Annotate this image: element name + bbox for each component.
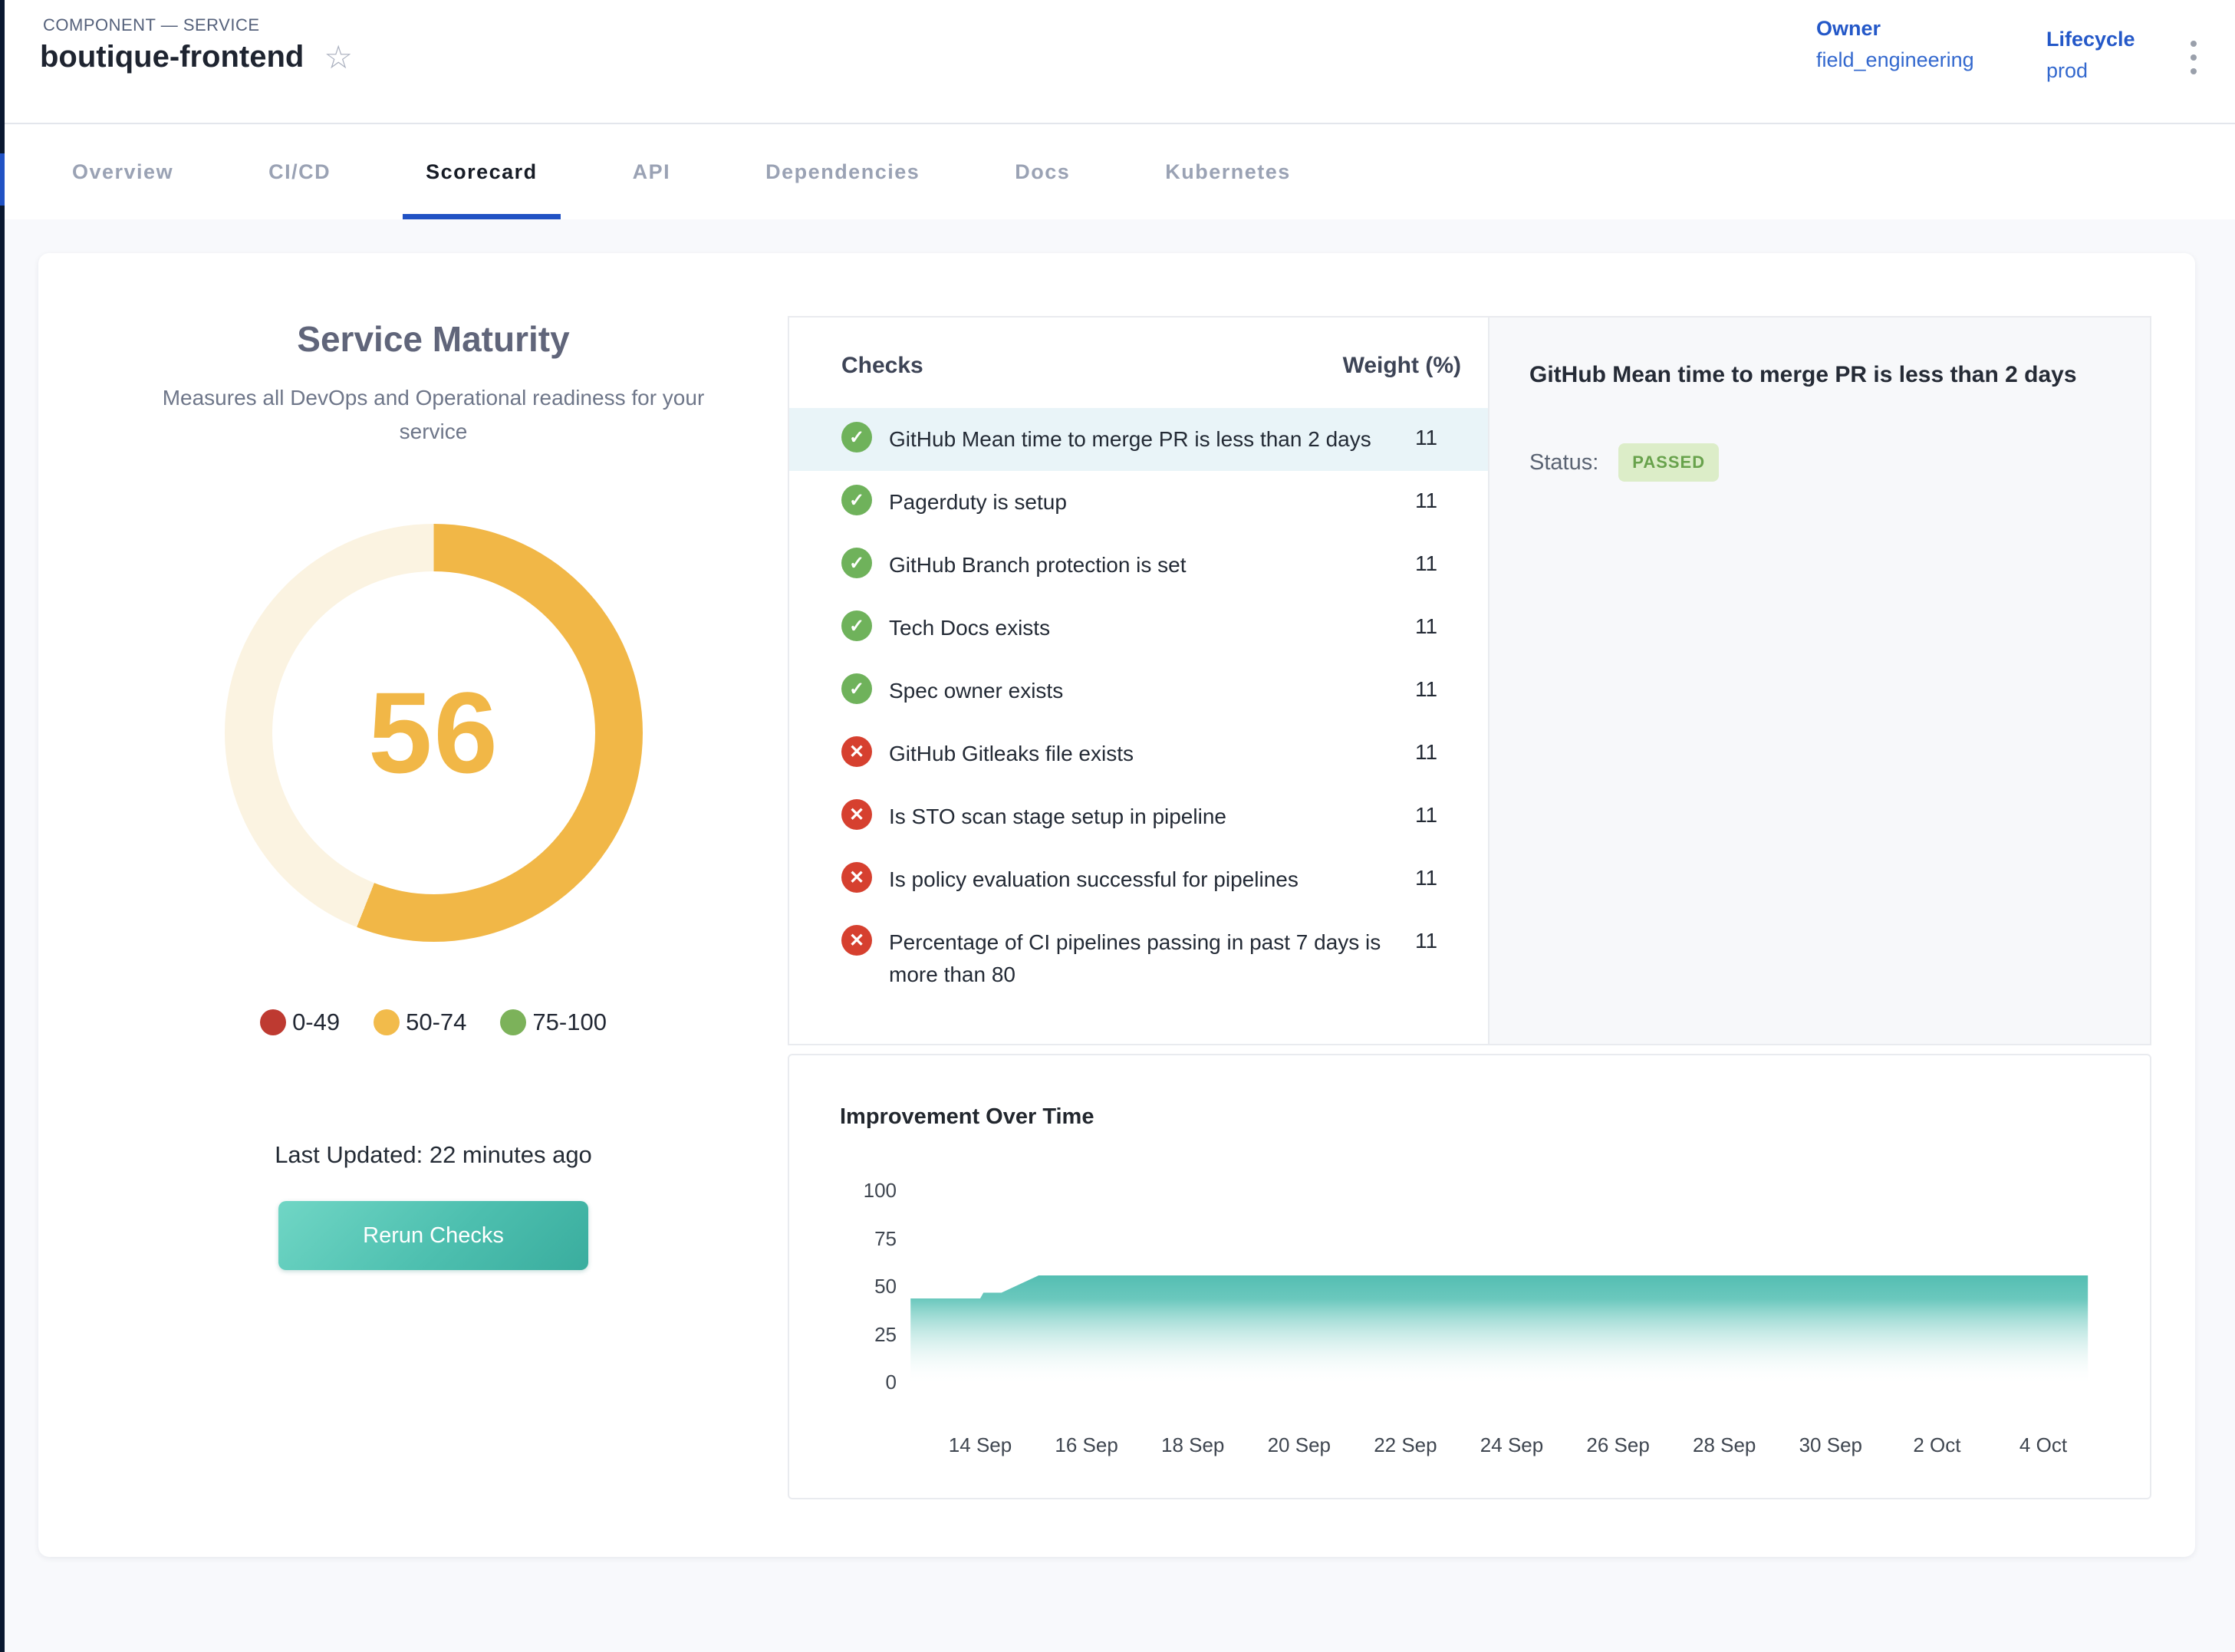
app-root: COMPONENT — SERVICE boutique-frontend ☆ …: [0, 0, 2235, 1652]
rerun-checks-button[interactable]: Rerun Checks: [278, 1201, 588, 1270]
maturity-summary: Service Maturity Measures all DevOps and…: [38, 253, 828, 449]
check-pass-icon: ✓: [841, 610, 872, 641]
tab-ci-cd[interactable]: CI/CD: [245, 124, 354, 219]
sidebar-active-indicator: [0, 153, 5, 206]
check-fail-icon: ✕: [841, 799, 872, 830]
improvement-area-chart: [910, 1191, 2153, 1383]
donut-center: 56: [272, 571, 595, 894]
legend-dot-icon: [374, 1009, 400, 1035]
x-axis-tick: 26 Sep: [1568, 1433, 1668, 1457]
x-axis-tick: 2 Oct: [1887, 1433, 1986, 1457]
lifecycle-block: Lifecycle prod: [2046, 28, 2135, 83]
area-series: [910, 1275, 2088, 1383]
check-row[interactable]: ✕ Is STO scan stage setup in pipeline 11: [789, 785, 1488, 848]
score-donut-chart: 56: [225, 524, 643, 942]
tab-dependencies[interactable]: Dependencies: [742, 124, 943, 219]
score-value: 56: [368, 666, 499, 799]
x-axis-tick: 18 Sep: [1143, 1433, 1243, 1457]
x-axis-tick: 20 Sep: [1249, 1433, 1349, 1457]
check-row[interactable]: ✓ GitHub Mean time to merge PR is less t…: [789, 408, 1488, 471]
check-pass-icon: ✓: [841, 548, 872, 578]
check-pass-icon: ✓: [841, 422, 872, 452]
owner-block: Owner field_engineering: [1816, 17, 1974, 72]
legend-dot-icon: [500, 1009, 526, 1035]
check-row[interactable]: ✕ Percentage of CI pipelines passing in …: [789, 911, 1488, 1006]
legend-item: 50-74: [374, 1009, 466, 1036]
kebab-menu-icon[interactable]: [2191, 37, 2197, 78]
check-row[interactable]: ✓ GitHub Branch protection is set 11: [789, 534, 1488, 597]
check-fail-icon: ✕: [841, 736, 872, 767]
y-axis-tick: 100: [812, 1179, 897, 1203]
tab-scorecard[interactable]: Scorecard: [403, 124, 561, 219]
owner-value-link[interactable]: field_engineering: [1816, 48, 1974, 72]
checks-list: Checks Weight (%) ✓ GitHub Mean time to …: [789, 318, 1488, 1044]
check-detail-title: GitHub Mean time to merge PR is less tha…: [1529, 354, 2082, 396]
x-axis-tick: 30 Sep: [1781, 1433, 1881, 1457]
check-fail-icon: ✕: [841, 862, 872, 893]
x-axis-tick: 22 Sep: [1355, 1433, 1455, 1457]
y-axis-tick: 0: [812, 1371, 897, 1394]
last-updated-text: Last Updated: 22 minutes ago: [38, 1141, 828, 1169]
y-axis-tick: 25: [812, 1323, 897, 1347]
check-fail-icon: ✕: [841, 925, 872, 956]
improvement-chart-card: Improvement Over Time 100 75 50 25 0 14 Sep 1…: [788, 1054, 2151, 1499]
y-axis-tick: 75: [812, 1227, 897, 1251]
legend-item: 75-100: [500, 1009, 607, 1036]
check-row[interactable]: ✓ Spec owner exists 11: [789, 660, 1488, 722]
tab-kubernetes[interactable]: Kubernetes: [1142, 124, 1314, 219]
legend-item: 0-49: [260, 1009, 340, 1036]
y-axis-tick: 50: [812, 1275, 897, 1298]
chart-title: Improvement Over Time: [840, 1104, 1094, 1130]
scorecard-card: Service Maturity Measures all DevOps and…: [38, 253, 2195, 1557]
check-row[interactable]: ✕ Is policy evaluation successful for pi…: [789, 848, 1488, 911]
scorecard-title: Service Maturity: [38, 318, 828, 360]
check-pass-icon: ✓: [841, 673, 872, 704]
page-title: boutique-frontend: [40, 40, 304, 74]
page-header: COMPONENT — SERVICE boutique-frontend ☆ …: [0, 0, 2235, 124]
status-badge: PASSED: [1618, 443, 1719, 482]
x-axis-tick: 28 Sep: [1674, 1433, 1774, 1457]
status-label: Status:: [1529, 450, 1598, 476]
tab-bar: Overview CI/CD Scorecard API Dependencies Doc…: [0, 124, 2235, 219]
legend-dot-icon: [260, 1009, 286, 1035]
score-legend: 0-49 50-74 75-100: [38, 1009, 828, 1036]
lifecycle-label[interactable]: Lifecycle: [2046, 28, 2135, 51]
tab-api[interactable]: API: [610, 124, 694, 219]
x-axis-tick: 14 Sep: [930, 1433, 1030, 1457]
tab-docs[interactable]: Docs: [992, 124, 1093, 219]
checks-panel: Checks Weight (%) ✓ GitHub Mean time to …: [788, 316, 2151, 1045]
favorite-star-icon[interactable]: ☆: [324, 41, 353, 74]
check-row[interactable]: ✓ Pagerduty is setup 11: [789, 471, 1488, 534]
weight-column-header: Weight (%): [1343, 353, 1461, 379]
x-axis-tick: 4 Oct: [1993, 1433, 2093, 1457]
owner-label[interactable]: Owner: [1816, 17, 1974, 41]
lifecycle-value-link[interactable]: prod: [2046, 59, 2135, 83]
collapsed-sidebar-rail: [0, 0, 5, 1652]
scorecard-subtitle: Measures all DevOps and Operational read…: [130, 381, 736, 449]
checks-table-header: Checks Weight (%): [789, 318, 1488, 408]
breadcrumb: COMPONENT — SERVICE: [43, 15, 260, 35]
x-axis-tick: 24 Sep: [1462, 1433, 1562, 1457]
check-row[interactable]: ✓ Tech Docs exists 11: [789, 597, 1488, 660]
x-axis-tick: 16 Sep: [1037, 1433, 1137, 1457]
checks-column-header: Checks: [841, 353, 1343, 379]
check-detail-panel: GitHub Mean time to merge PR is less tha…: [1488, 318, 2150, 1044]
check-row[interactable]: ✕ GitHub Gitleaks file exists 11: [789, 722, 1488, 785]
tab-overview[interactable]: Overview: [49, 124, 196, 219]
check-pass-icon: ✓: [841, 485, 872, 515]
